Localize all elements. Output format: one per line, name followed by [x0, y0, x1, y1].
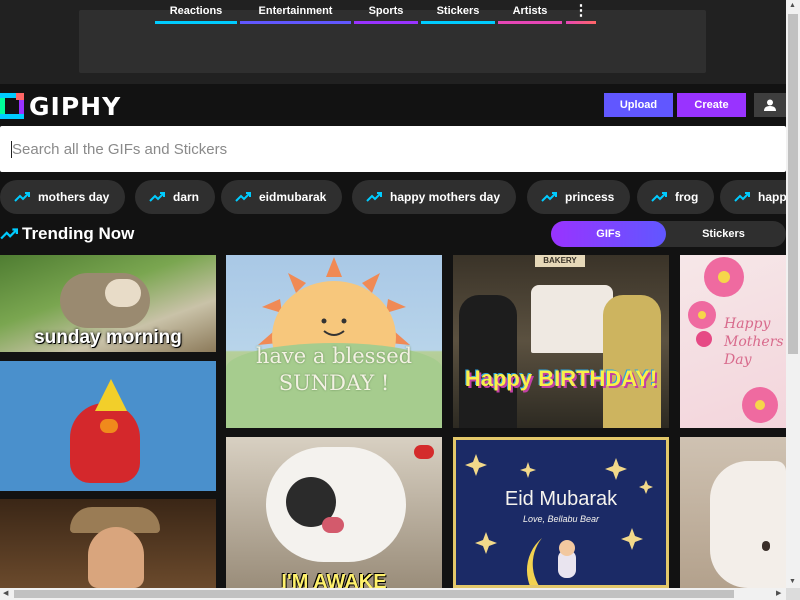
nav-label: Entertainment	[258, 5, 333, 17]
gif-fluffy-animal[interactable]	[680, 437, 786, 588]
gif-caption: Happy Mothers Day	[724, 316, 784, 368]
tag-label: happy mothers day	[390, 190, 501, 204]
trending-icon	[366, 192, 382, 202]
nav-label: Artists	[512, 5, 548, 17]
nav-more-button[interactable]: ⋮	[566, 0, 596, 24]
gif-eid-mubarak[interactable]: Eid Mubarak Love, Bellabu Bear	[453, 437, 669, 588]
gif-happy-birthday[interactable]: BAKERY Happy BIRTHDAY!	[453, 255, 669, 428]
giphy-logo-icon	[0, 93, 24, 119]
party-hat	[95, 379, 127, 411]
elmo-nose	[100, 419, 118, 433]
scroll-down-icon[interactable]: ▼	[789, 578, 796, 585]
trending-icon	[149, 192, 165, 202]
nav-item-sports[interactable]: Sports	[354, 0, 418, 24]
nav-underline	[155, 21, 237, 24]
scroll-up-icon[interactable]: ▲	[789, 2, 796, 9]
tag-eidmubarak[interactable]: eidmubarak	[221, 180, 343, 214]
vertical-scroll-thumb[interactable]	[788, 14, 798, 354]
animal-head	[710, 461, 786, 588]
nav-label: Sports	[368, 5, 404, 17]
nav-item-stickers[interactable]: Stickers	[421, 0, 495, 24]
nav-underline	[498, 21, 562, 24]
tag-princess[interactable]: princess	[527, 180, 631, 214]
text-caret	[11, 141, 12, 158]
tag-label: princess	[565, 190, 615, 204]
person-left	[459, 295, 517, 428]
search-bar[interactable]	[0, 126, 786, 172]
cat-mouth	[322, 517, 344, 533]
trending-icon	[235, 192, 251, 202]
elmo-body	[70, 403, 140, 483]
nav-underline	[354, 21, 418, 24]
trending-icon	[0, 228, 18, 240]
brand-name: GIPHY	[29, 91, 122, 121]
tag-label: mothers day	[38, 190, 110, 204]
stars-icon	[465, 454, 653, 585]
tag-label: frog	[675, 190, 699, 204]
person-right	[603, 295, 661, 428]
user-button[interactable]	[754, 93, 786, 117]
gif-woman-hat[interactable]	[0, 499, 216, 588]
nav-underline	[421, 21, 495, 24]
gif-mothers-day[interactable]: Happy Mothers Day	[680, 255, 786, 428]
nav-underline	[566, 21, 596, 24]
tag-label: happ	[758, 190, 786, 204]
gif-blessed-sunday[interactable]: have a blessed SUNDAY !	[226, 255, 442, 428]
create-button[interactable]: Create	[677, 93, 746, 117]
scroll-left-icon[interactable]: ◀	[3, 589, 8, 597]
animal-eye	[762, 541, 770, 551]
tag-happ[interactable]: happ	[720, 180, 786, 214]
gif-im-awake[interactable]: I'M AWAKE	[226, 437, 442, 588]
trending-title: Trending Now	[22, 224, 135, 243]
trending-icon	[14, 192, 30, 202]
tag-mothers-day[interactable]: mothers day	[0, 180, 126, 214]
scrollbar-corner	[786, 588, 800, 600]
gif-sunday-morning[interactable]: sunday morning	[0, 255, 216, 352]
face	[88, 527, 144, 588]
tag-label: eidmubarak	[259, 190, 327, 204]
user-icon	[764, 99, 776, 111]
gif-subcaption: Love, Bellabu Bear	[522, 514, 600, 524]
trending-header: Trending Now	[0, 222, 134, 246]
sloth-face	[105, 279, 141, 307]
giphy-logo[interactable]: GIPHY	[0, 91, 122, 121]
tag-label: darn	[173, 190, 200, 204]
gif-caption: sunday morning	[34, 327, 182, 348]
upload-button[interactable]: Upload	[604, 93, 673, 117]
gif-elmo[interactable]	[0, 361, 216, 491]
trending-icon	[734, 192, 750, 202]
search-input[interactable]	[12, 138, 752, 160]
scroll-right-icon[interactable]: ▶	[776, 589, 781, 597]
trending-icon	[651, 192, 667, 202]
gif-caption: have a blessed SUNDAY !	[255, 344, 413, 395]
viewer-badge	[414, 445, 434, 459]
gif-caption: I'M AWAKE	[281, 571, 387, 588]
trending-tags: mothers day darn eidmubarak happy mother…	[0, 180, 786, 214]
gif-caption: Eid Mubarak	[504, 488, 618, 510]
bakery-sign: BAKERY	[535, 255, 585, 267]
cake	[531, 285, 613, 353]
toggle-stickers[interactable]: Stickers	[666, 221, 781, 247]
nav-underline	[240, 21, 351, 24]
tag-frog[interactable]: frog	[637, 180, 715, 214]
nav-label: Reactions	[169, 5, 223, 17]
nav-item-reactions[interactable]: Reactions	[155, 0, 237, 24]
horizontal-scroll-thumb[interactable]	[14, 590, 734, 598]
giphy-page: GIPHY Reactions Entertainment Sports Sti…	[0, 0, 800, 600]
nav-label: Stickers	[436, 5, 480, 17]
toggle-gifs[interactable]: GIFs	[551, 221, 666, 247]
gif-caption: Happy BIRTHDAY!	[464, 366, 658, 391]
more-icon: ⋮	[573, 2, 589, 19]
tag-darn[interactable]: darn	[135, 180, 216, 214]
tag-happy-mothers-day[interactable]: happy mothers day	[352, 180, 517, 214]
nav-item-artists[interactable]: Artists	[498, 0, 562, 24]
trending-icon	[541, 192, 557, 202]
nav-item-entertainment[interactable]: Entertainment	[240, 0, 351, 24]
